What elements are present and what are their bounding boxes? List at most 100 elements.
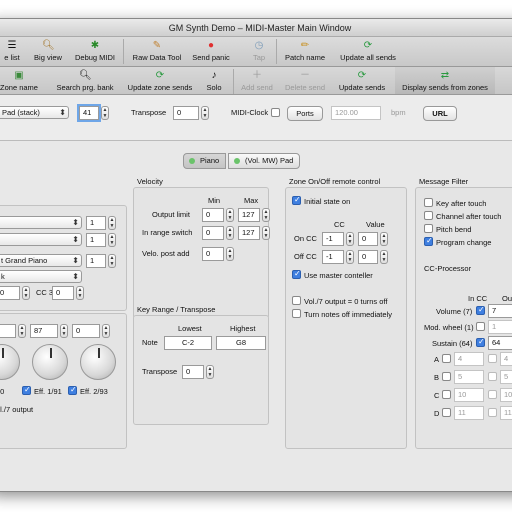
- cc-row-b-in[interactable]: 5: [454, 370, 484, 384]
- zone-number-field[interactable]: 41: [79, 106, 99, 120]
- program-change-checkbox[interactable]: [424, 236, 433, 246]
- cc0-stepper[interactable]: ▲ ▼: [22, 286, 30, 300]
- channel-field-3[interactable]: 1: [86, 254, 106, 268]
- effect2-knob[interactable]: [80, 344, 116, 380]
- send-panic-button[interactable]: ● Send panic: [190, 37, 232, 66]
- volume-stepper[interactable]: ▲ ▼: [60, 324, 68, 338]
- on-value-field[interactable]: 0: [358, 232, 378, 246]
- velo-post-add-stepper[interactable]: ▲ ▼: [226, 247, 234, 261]
- big-view-button[interactable]: 🔍︎ Big view: [29, 37, 67, 66]
- cc-row-volume-field[interactable]: 7: [488, 304, 512, 318]
- debug-midi-button[interactable]: ✱ Debug MIDI: [71, 37, 119, 66]
- in-range-max[interactable]: 127: [238, 226, 260, 240]
- search-prg-bank-button[interactable]: 🔍︎ Search prg. bank: [53, 67, 117, 94]
- key-after-touch-checkbox[interactable]: [424, 198, 433, 207]
- list-button[interactable]: ☰ e list: [0, 37, 25, 66]
- patch-name-button[interactable]: ✏ Patch name: [283, 37, 327, 66]
- cc-row-sustain-field[interactable]: 64: [488, 336, 512, 350]
- add-send-button[interactable]: ＋ Add send: [238, 67, 276, 94]
- midi-clock-checkbox[interactable]: [271, 108, 280, 117]
- channel-stepper-2[interactable]: ▲ ▼: [108, 233, 116, 247]
- channel-field-2[interactable]: 1: [86, 233, 106, 247]
- channel-stepper-1[interactable]: ▲ ▼: [108, 216, 116, 230]
- effect1-checkbox[interactable]: [22, 385, 31, 395]
- cc-row-a-out[interactable]: 4: [500, 352, 512, 366]
- transpose-stepper[interactable]: ▲ ▼: [201, 106, 209, 120]
- zone-select[interactable]: Pad (stack): [0, 106, 69, 119]
- reverb-stepper[interactable]: ▲ ▼: [102, 324, 110, 338]
- lowest-note-field[interactable]: C-2: [164, 336, 212, 350]
- off-value-stepper[interactable]: ▲ ▼: [380, 250, 388, 264]
- velo-post-add-field[interactable]: 0: [202, 247, 224, 261]
- reverb-field[interactable]: 0: [72, 324, 100, 338]
- keyrange-transpose-field[interactable]: 0: [182, 365, 204, 379]
- output-limit-max-stepper[interactable]: ▲ ▼: [262, 208, 270, 222]
- cc-row-c-in[interactable]: 10: [454, 388, 484, 402]
- on-value-stepper[interactable]: ▲ ▼: [380, 232, 388, 246]
- instrument-select[interactable]: t Grand Piano: [0, 254, 82, 267]
- effect1-knob[interactable]: [32, 344, 68, 380]
- pan-stepper[interactable]: ▲ ▼: [18, 324, 26, 338]
- zone-tab-pad[interactable]: (Vol. MW) Pad: [228, 153, 301, 169]
- cc-row-a-in[interactable]: 4: [454, 352, 484, 366]
- cc0-field[interactable]: 0: [0, 286, 20, 300]
- highest-note-field[interactable]: G8: [216, 336, 266, 350]
- pan-field[interactable]: [0, 324, 16, 338]
- use-master-checkbox[interactable]: [292, 269, 301, 279]
- cc-row-a-checkbox[interactable]: [442, 354, 451, 363]
- vol-turns-off-checkbox[interactable]: [292, 296, 301, 305]
- ports-button[interactable]: Ports: [287, 106, 323, 121]
- tap-button[interactable]: ◷ Tap: [248, 37, 270, 66]
- zone-name-button[interactable]: ▣ Zone name: [0, 67, 39, 94]
- off-value-field[interactable]: 0: [358, 250, 378, 264]
- effect2-checkbox[interactable]: [68, 385, 77, 395]
- bank-select[interactable]: [0, 216, 82, 229]
- pitch-bend-checkbox[interactable]: [424, 224, 433, 233]
- cc-row-b-out[interactable]: 5: [500, 370, 512, 384]
- zone-number-stepper[interactable]: ▲ ▼: [101, 106, 109, 120]
- zone-tab-piano[interactable]: Piano: [183, 153, 227, 169]
- keyrange-transpose-stepper[interactable]: ▲ ▼: [206, 365, 214, 379]
- volume-knob[interactable]: [0, 344, 20, 380]
- in-range-max-stepper[interactable]: ▲ ▼: [262, 226, 270, 240]
- cc32-stepper[interactable]: ▲ ▼: [76, 286, 84, 300]
- in-range-min[interactable]: 0: [202, 226, 224, 240]
- update-zone-sends-button[interactable]: ⟳ Update zone sends: [125, 67, 195, 94]
- cc-row-c-out-checkbox[interactable]: [488, 390, 497, 399]
- cc-row-modwheel-checkbox[interactable]: [476, 322, 485, 331]
- url-button[interactable]: URL: [423, 106, 457, 121]
- on-cc-stepper[interactable]: ▲ ▼: [346, 232, 354, 246]
- cc-row-d-out[interactable]: 11: [500, 406, 512, 420]
- program-select[interactable]: [0, 233, 82, 246]
- raw-data-tool-button[interactable]: ✎ Raw Data Tool: [130, 37, 184, 66]
- cc-row-c-checkbox[interactable]: [442, 390, 451, 399]
- bpm-field[interactable]: 120.00: [331, 106, 381, 120]
- cc-row-sustain-checkbox[interactable]: [476, 337, 485, 347]
- cc-row-c-out[interactable]: 10: [500, 388, 512, 402]
- cc-row-d-checkbox[interactable]: [442, 408, 451, 417]
- delete-send-button[interactable]: － Delete send: [283, 67, 327, 94]
- initial-state-checkbox[interactable]: [292, 195, 301, 205]
- cc-row-d-in[interactable]: 11: [454, 406, 484, 420]
- volume-field[interactable]: 87: [30, 324, 58, 338]
- cc-row-d-out-checkbox[interactable]: [488, 408, 497, 417]
- cc32-field[interactable]: 0: [52, 286, 74, 300]
- channel-field-1[interactable]: 1: [86, 216, 106, 230]
- on-cc-field[interactable]: -1: [322, 232, 344, 246]
- turn-notes-off-checkbox[interactable]: [292, 309, 301, 318]
- channel-after-touch-checkbox[interactable]: [424, 211, 433, 220]
- off-cc-stepper[interactable]: ▲ ▼: [346, 250, 354, 264]
- output-limit-min-stepper[interactable]: ▲ ▼: [226, 208, 234, 222]
- in-range-min-stepper[interactable]: ▲ ▼: [226, 226, 234, 240]
- output-limit-min[interactable]: 0: [202, 208, 224, 222]
- update-all-sends-button[interactable]: ⟳ Update all sends: [337, 37, 399, 66]
- cc-row-volume-checkbox[interactable]: [476, 305, 485, 315]
- display-sends-from-zones-button[interactable]: ⇄ Display sends from zones: [395, 67, 495, 94]
- transpose-field[interactable]: 0: [173, 106, 199, 120]
- port-select[interactable]: k: [0, 270, 82, 283]
- off-cc-field[interactable]: -1: [322, 250, 344, 264]
- cc-row-a-out-checkbox[interactable]: [488, 354, 497, 363]
- solo-button[interactable]: ♪ Solo: [203, 67, 225, 94]
- channel-stepper-3[interactable]: ▲ ▼: [108, 254, 116, 268]
- update-sends-button[interactable]: ⟳ Update sends: [337, 67, 387, 94]
